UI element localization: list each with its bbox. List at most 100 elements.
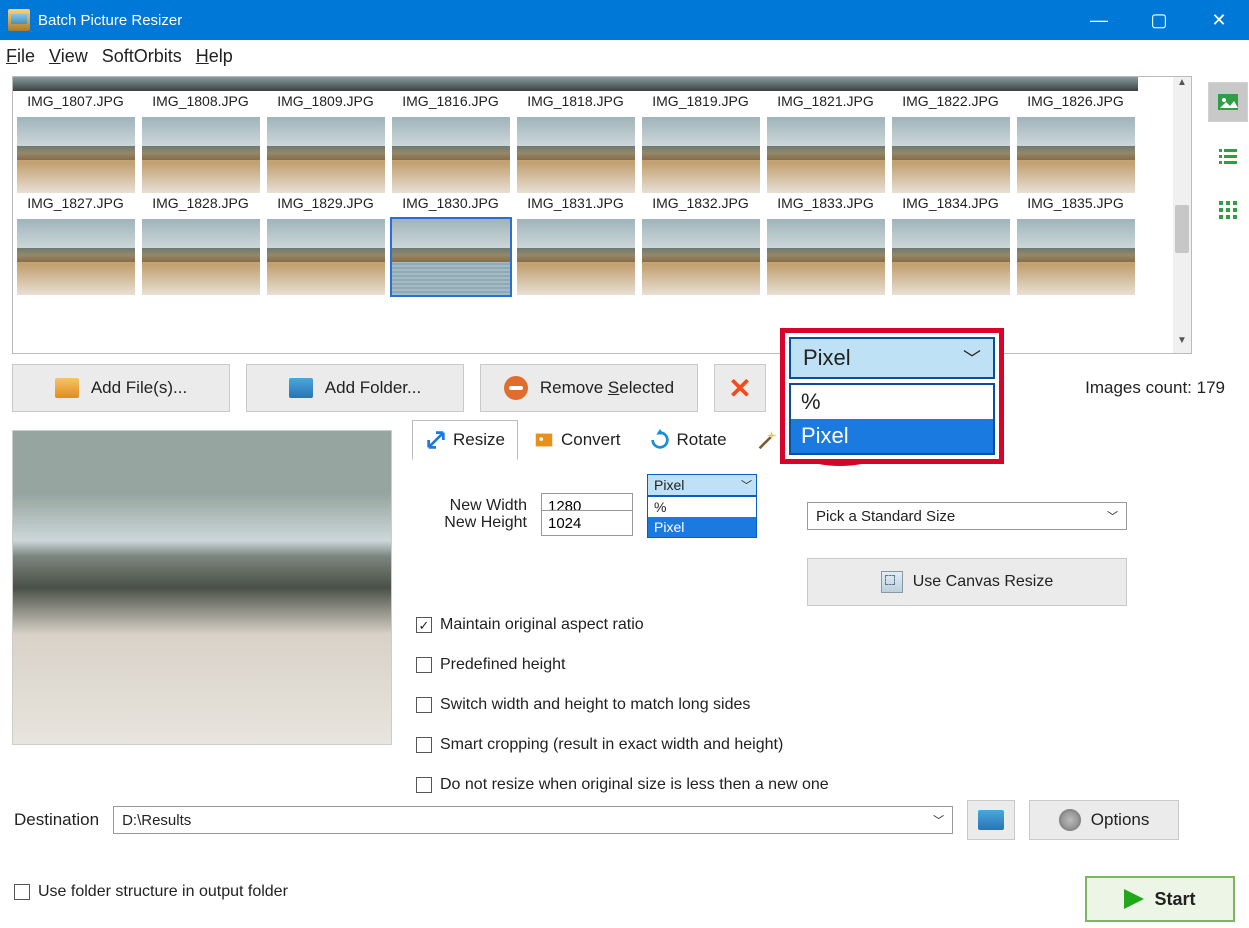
unit-option-percent[interactable]: % <box>648 497 756 517</box>
thumbnail-image <box>17 219 135 295</box>
menu-file[interactable]: File <box>6 46 35 67</box>
height-input[interactable] <box>541 510 633 536</box>
predefined-height-checkbox[interactable] <box>416 657 432 673</box>
add-files-button[interactable]: Add File(s)... <box>12 364 230 412</box>
thumbnail[interactable]: IMG_1834.JPG <box>888 193 1013 295</box>
smart-cropping-label: Smart cropping (result in exact width an… <box>440 736 783 754</box>
thumbnail[interactable]: IMG_1808.JPG <box>138 77 263 193</box>
gear-icon <box>1059 809 1081 831</box>
overlay-option-percent[interactable]: % <box>791 385 993 419</box>
menu-view[interactable]: View <box>49 46 88 67</box>
tab-rotate[interactable]: Rotate <box>636 420 740 460</box>
thumbnail-image <box>517 219 635 295</box>
thumbnail[interactable]: IMG_1833.JPG <box>763 193 888 295</box>
images-count-label: Images count: 179 <box>1085 378 1225 398</box>
thumbnail-image <box>517 117 635 193</box>
canvas-resize-button[interactable]: Use Canvas Resize <box>807 558 1127 606</box>
start-arrow-icon <box>1124 889 1144 909</box>
add-folder-button[interactable]: Add Folder... <box>246 364 464 412</box>
folder-icon <box>978 810 1004 830</box>
thumbnail[interactable]: IMG_1832.JPG <box>638 193 763 295</box>
grid-icon <box>1216 198 1240 222</box>
scroll-up-icon[interactable]: ▲ <box>1173 77 1191 95</box>
destination-input[interactable]: D:\Results﹀ <box>113 806 953 834</box>
menu-bar: File View SoftOrbits Help <box>0 40 1249 72</box>
no-resize-smaller-checkbox[interactable] <box>416 777 432 793</box>
overlay-selected[interactable]: Pixel﹀ <box>789 337 995 379</box>
x-icon: ✕ <box>728 372 751 405</box>
browse-folder-button[interactable] <box>967 800 1015 840</box>
maximize-button[interactable]: ▢ <box>1129 0 1189 40</box>
canvas-icon <box>881 571 903 593</box>
thumbnail[interactable]: IMG_1828.JPG <box>138 193 263 295</box>
thumbnail-scrollbar[interactable]: ▲ ▼ <box>1173 77 1191 353</box>
view-list-button[interactable] <box>1208 136 1248 176</box>
thumbnail[interactable]: IMG_1821.JPG <box>763 77 888 193</box>
scroll-thumb[interactable] <box>1175 205 1189 253</box>
tab-resize[interactable]: Resize <box>412 420 518 460</box>
thumbnail[interactable]: IMG_1829.JPG <box>263 193 388 295</box>
thumbnail[interactable]: IMG_1809.JPG <box>263 77 388 193</box>
tab-resize-label: Resize <box>453 430 505 450</box>
title-bar: Batch Picture Resizer — ▢ ✕ <box>0 0 1249 40</box>
folder-icon <box>289 378 313 398</box>
overlay-option-pixel[interactable]: Pixel <box>791 419 993 453</box>
thumbnail-image <box>1017 117 1135 193</box>
thumbnail-image <box>142 117 260 193</box>
minimize-button[interactable]: — <box>1069 0 1129 40</box>
thumbnail[interactable]: IMG_1818.JPG <box>513 77 638 193</box>
thumbnail-label: IMG_1835.JPG <box>1013 193 1138 217</box>
remove-all-button[interactable]: ✕ <box>714 364 766 412</box>
list-icon <box>1216 144 1240 168</box>
use-folder-structure-label: Use folder structure in output folder <box>38 883 288 901</box>
use-folder-structure-checkbox[interactable] <box>14 884 30 900</box>
aspect-ratio-checkbox[interactable] <box>416 617 432 633</box>
close-button[interactable]: ✕ <box>1189 0 1249 40</box>
menu-help[interactable]: Help <box>196 46 233 67</box>
standard-size-select[interactable]: Pick a Standard Size﹀ <box>807 502 1127 530</box>
thumbnail-label: IMG_1818.JPG <box>513 91 638 115</box>
start-button[interactable]: Start <box>1085 876 1235 922</box>
smart-cropping-checkbox[interactable] <box>416 737 432 753</box>
width-unit-select[interactable]: Pixel﹀ <box>647 474 757 496</box>
app-icon <box>8 9 30 31</box>
thumbnail[interactable]: IMG_1835.JPG <box>1013 193 1138 295</box>
view-details-button[interactable] <box>1208 190 1248 230</box>
thumbnail[interactable]: IMG_1826.JPG <box>1013 77 1138 193</box>
thumbnail-label: IMG_1822.JPG <box>888 91 1013 115</box>
unit-dropdown-overlay: Pixel﹀ % Pixel <box>780 328 1004 464</box>
switch-sides-checkbox[interactable] <box>416 697 432 713</box>
width-unit-dropdown[interactable]: % Pixel <box>647 496 757 538</box>
remove-icon <box>504 376 528 400</box>
thumbnail-image <box>892 219 1010 295</box>
thumbnail-label: IMG_1816.JPG <box>388 91 513 115</box>
thumbnail[interactable]: IMG_1816.JPG <box>388 77 513 193</box>
predefined-height-label: Predefined height <box>440 656 565 674</box>
destination-label: Destination <box>14 810 99 830</box>
thumbnail[interactable]: IMG_1819.JPG <box>638 77 763 193</box>
rotate-icon <box>649 429 671 451</box>
thumbnail[interactable]: IMG_1822.JPG <box>888 77 1013 193</box>
unit-option-pixel[interactable]: Pixel <box>648 517 756 537</box>
thumbnail-label: IMG_1826.JPG <box>1013 91 1138 115</box>
thumbnail[interactable]: IMG_1831.JPG <box>513 193 638 295</box>
picture-icon <box>1216 90 1240 114</box>
thumbnail-image <box>267 117 385 193</box>
scroll-down-icon[interactable]: ▼ <box>1173 335 1191 353</box>
thumbnail-label: IMG_1834.JPG <box>888 193 1013 217</box>
chevron-down-icon: ﹀ <box>1107 508 1118 524</box>
effects-icon <box>755 429 777 451</box>
chevron-down-icon: ﹀ <box>963 345 981 371</box>
thumbnail[interactable]: IMG_1830.JPG <box>388 193 513 295</box>
menu-softorbits[interactable]: SoftOrbits <box>102 46 182 67</box>
thumbnail[interactable]: IMG_1827.JPG <box>13 193 138 295</box>
tab-convert[interactable]: Convert <box>520 420 634 460</box>
thumbnail-image <box>1017 219 1135 295</box>
options-button[interactable]: Options <box>1029 800 1179 840</box>
thumbnail-image <box>767 219 885 295</box>
thumbnail[interactable]: IMG_1807.JPG <box>13 77 138 193</box>
view-thumbnails-button[interactable] <box>1208 82 1248 122</box>
remove-selected-button[interactable]: Remove Selected <box>480 364 698 412</box>
thumbnail-panel[interactable]: IMG_1807.JPGIMG_1808.JPGIMG_1809.JPGIMG_… <box>12 76 1192 354</box>
app-title: Batch Picture Resizer <box>38 12 1069 29</box>
